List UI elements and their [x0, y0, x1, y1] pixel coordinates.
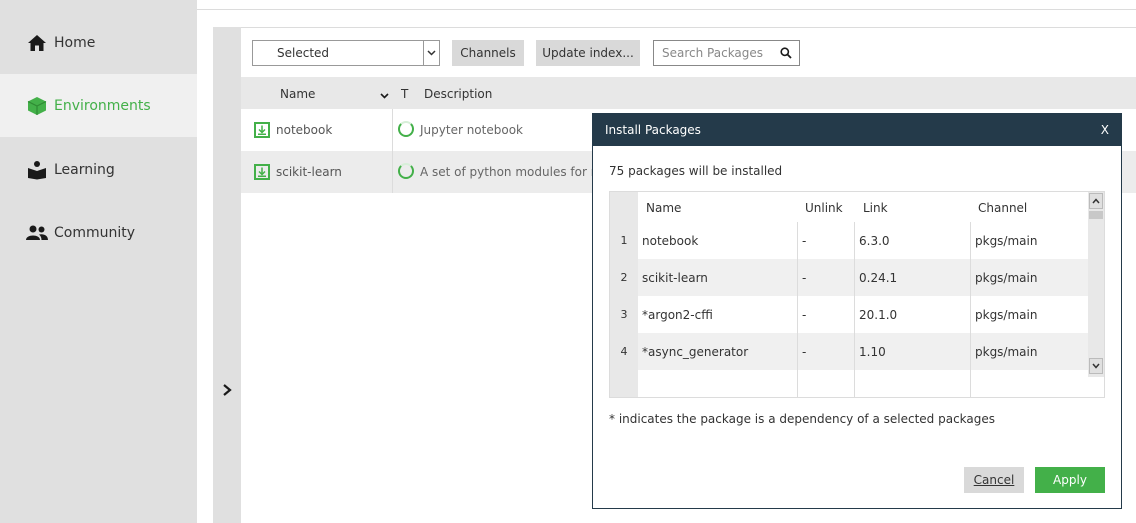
row-index: 1	[610, 222, 638, 259]
row-unlink: -	[798, 259, 855, 296]
row-index	[610, 370, 638, 397]
row-name: *argon2-cffi	[638, 296, 798, 333]
install-packages-dialog: Install Packages X 75 packages will be i…	[592, 113, 1122, 509]
table-row: 4 *async_generator - 1.10 pkgs/main	[610, 333, 1090, 370]
column-header-channel: Channel	[978, 201, 1028, 215]
install-checkbox-icon[interactable]	[254, 122, 270, 138]
chevron-up-icon[interactable]	[1089, 193, 1103, 209]
top-divider	[197, 9, 1136, 10]
nav-item-home[interactable]: Home	[0, 11, 197, 74]
sidebar: Home Environments Learning Community	[0, 0, 197, 523]
row-index-corner	[610, 192, 638, 222]
install-packages-table: Name Unlink Link Channel 1 notebook - 6.…	[609, 191, 1105, 398]
column-divider	[392, 151, 393, 193]
table-row: 2 scikit-learn - 0.24.1 pkgs/main	[610, 259, 1090, 296]
package-toolbar: Selected Channels Update index... Search…	[241, 27, 1136, 77]
row-name	[638, 370, 798, 397]
row-unlink	[798, 370, 855, 397]
column-header-name[interactable]: Name	[280, 87, 315, 101]
column-header-type[interactable]: T	[401, 87, 408, 101]
row-index: 3	[610, 296, 638, 333]
close-button[interactable]: X	[1101, 123, 1109, 137]
nav-label-community: Community	[54, 224, 136, 241]
chevron-down-icon[interactable]	[423, 41, 439, 65]
nav-label-learning: Learning	[54, 161, 115, 178]
row-name: *async_generator	[638, 333, 798, 370]
column-header-name: Name	[646, 201, 682, 215]
search-icon[interactable]	[773, 47, 799, 59]
row-channel: pkgs/main	[975, 233, 1038, 248]
cancel-button[interactable]: Cancel	[964, 467, 1024, 493]
people-icon	[26, 222, 48, 244]
row-channel: pkgs/main	[975, 307, 1038, 322]
column-divider	[392, 109, 393, 151]
row-channel	[971, 370, 1090, 397]
home-icon	[26, 32, 48, 54]
column-header-description[interactable]: Description	[424, 87, 492, 101]
package-table-header: Name T Description	[241, 77, 1136, 109]
dialog-header: Install Packages X	[593, 114, 1121, 146]
install-checkbox-icon[interactable]	[254, 164, 270, 180]
scrollbar-thumb[interactable]	[1089, 211, 1103, 219]
channels-button[interactable]: Channels	[452, 40, 524, 66]
row-link: 0.24.1	[855, 259, 971, 296]
search-input[interactable]: Search Packages	[662, 46, 773, 60]
row-name: scikit-learn	[638, 259, 798, 296]
row-link: 20.1.0	[855, 296, 971, 333]
dialog-title: Install Packages	[605, 123, 701, 137]
sort-chevron-icon[interactable]	[380, 88, 389, 102]
table-row: 1 notebook - 6.3.0 pkgs/main	[610, 222, 1090, 259]
table-row-partial	[610, 370, 1090, 397]
row-link: 6.3.0	[855, 222, 971, 259]
row-channel: pkgs/main	[971, 259, 1090, 296]
row-index: 4	[610, 333, 638, 370]
row-index: 2	[610, 259, 638, 296]
row-unlink: -	[798, 296, 855, 333]
update-index-button[interactable]: Update index...	[536, 40, 640, 66]
package-description: Jupyter notebook	[420, 123, 523, 137]
table-row: 3 *argon2-cffi - 20.1.0 pkgs/main	[610, 296, 1090, 333]
package-filter-value: Selected	[277, 46, 330, 60]
search-packages-field[interactable]: Search Packages	[653, 40, 800, 66]
loading-spinner-icon	[398, 121, 414, 137]
vertical-scrollbar[interactable]	[1088, 192, 1104, 377]
column-header-unlink: Unlink	[805, 201, 843, 215]
package-name: scikit-learn	[276, 165, 342, 179]
loading-spinner-icon	[398, 163, 414, 179]
column-header-link: Link	[863, 201, 888, 215]
nav-item-community[interactable]: Community	[0, 201, 197, 264]
dependency-note: * indicates the package is a dependency …	[609, 412, 996, 426]
package-filter-select[interactable]: Selected	[252, 40, 440, 66]
row-link: 1.10	[855, 333, 971, 370]
chevron-down-icon[interactable]	[1089, 358, 1103, 374]
nav-label-environments: Environments	[54, 97, 151, 114]
package-name: notebook	[276, 123, 333, 137]
apply-button[interactable]: Apply	[1035, 467, 1105, 493]
row-unlink: -	[798, 333, 855, 370]
row-link	[855, 370, 971, 397]
install-table-header: Name Unlink Link Channel	[610, 192, 1090, 222]
nav-item-learning[interactable]: Learning	[0, 138, 197, 201]
row-name: notebook	[638, 222, 798, 259]
collapse-panel	[213, 27, 241, 523]
row-channel: pkgs/main	[971, 333, 1090, 370]
book-reader-icon	[26, 159, 48, 181]
row-unlink: -	[798, 222, 855, 259]
nav-label-home: Home	[54, 34, 96, 51]
expand-chevron-icon[interactable]	[219, 380, 235, 400]
nav-item-environments[interactable]: Environments	[0, 74, 197, 137]
package-description: A set of python modules for ma	[420, 165, 610, 179]
install-count-text: 75 packages will be installed	[609, 164, 783, 178]
cube-icon	[26, 95, 48, 117]
